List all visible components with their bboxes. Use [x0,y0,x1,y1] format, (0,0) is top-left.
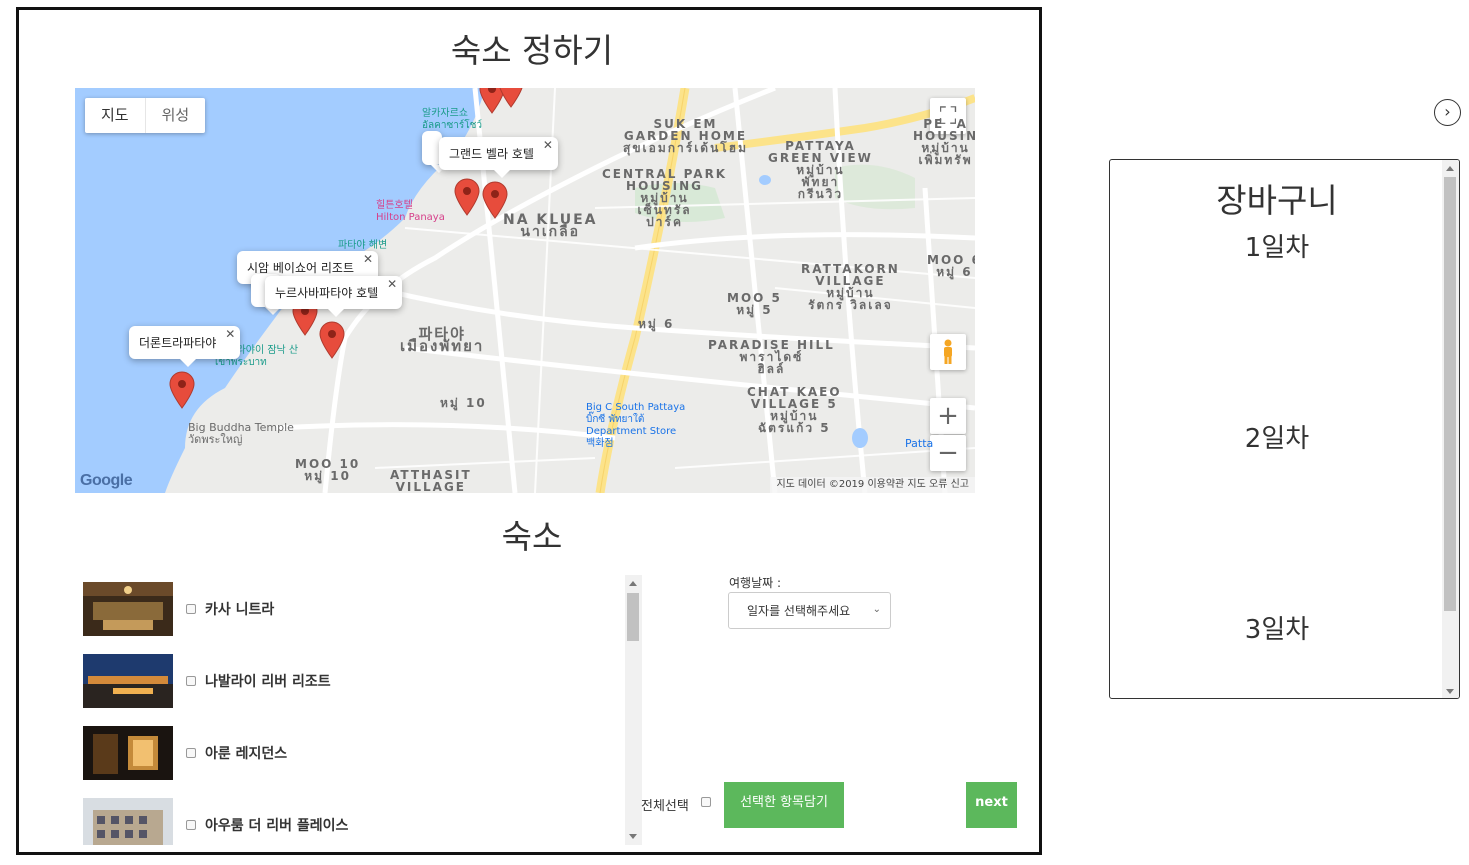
pegman-icon [944,339,952,364]
chevron-right-circle-icon[interactable]: › [1434,99,1461,126]
map-label-alcazar: 알카자르쇼 อัลคาซาร์โชว์ [422,108,482,131]
scroll-down-icon[interactable] [629,834,637,839]
cart-panel: 장바구니 1일차 2일차 3일차 [1109,159,1460,699]
zoom-in-button[interactable]: + [930,398,966,434]
map-marker[interactable] [482,181,508,219]
map[interactable]: 지도 위성 ⛶ + − SUK EM GARDEN HOME สุขเอมการ… [75,88,975,493]
main-panel: 숙소 정하기 지도 위성 ⛶ + − SUK EM GARDEN HOME สุ… [16,7,1042,855]
info-window-title: 그랜드 벨라 호텔 [449,147,534,161]
map-label-na-kluea: NA KLUEA นาเกลือ [503,212,598,240]
cart-day-2: 2일차 [1244,424,1310,454]
hotel-thumbnail [83,654,173,708]
map-marker[interactable] [169,371,195,409]
close-icon[interactable]: ✕ [387,277,397,291]
hotel-name: 카사 니트라 [205,602,275,618]
add-selected-button[interactable]: 선택한 항목담기 [724,782,844,828]
map-info-window[interactable]: 그랜드 벨라 호텔 ✕ [439,137,558,178]
travel-date-label: 여행날짜 : [729,576,782,590]
map-type-satellite-button[interactable]: 위성 [144,98,206,133]
map-label-chat-kaeo: CHAT KAEO VILLAGE 5 หมู่บ้าน ฉัตรแก้ว 5 [747,385,842,435]
chevron-down-icon: ⌄ [872,604,881,615]
map-label-pe-housing: PE A HOUSIN หมู่บ้าน เพิ่มทรัพ [913,117,975,167]
map-marker[interactable] [498,88,524,108]
cart-scrollbar[interactable] [1442,160,1459,698]
hotel-name: 나발라이 리버 리조트 [205,674,331,690]
map-label-pattaya: 파타야 เมืองพัทยา [400,325,485,355]
map-marker[interactable] [319,321,345,359]
map-footer[interactable]: 지도 데이터 ©2019 이용약관 지도 오류 신고 [770,477,975,493]
google-logo: Google [80,472,133,489]
zoom-out-button[interactable]: − [930,435,966,471]
hotel-list: 카사 니트라 나발라이 리버 리조트 아룬 레지던스 아우룸 더 리버 플레이스 [83,575,643,845]
map-label-moo-10: หมู่ 10 [440,396,487,410]
close-icon[interactable]: ✕ [225,327,235,341]
hotel-thumbnail [83,582,173,636]
street-view-pegman-icon[interactable] [930,334,966,370]
hotel-checkbox[interactable] [186,604,196,614]
select-all-checkbox[interactable] [701,797,711,807]
map-type-toggle[interactable]: 지도 위성 [85,98,206,133]
map-label-moo-10b: MOO 10 หมู่ 10 [295,457,361,483]
map-label-big-buddha: Big Buddha Temple วัดพระใหญ่ [188,421,294,446]
hotel-name: 아우룸 더 리버 플레이스 [205,818,349,834]
scroll-up-icon[interactable] [1446,166,1454,171]
scroll-up-icon[interactable] [629,581,637,586]
next-button[interactable]: next [966,782,1017,828]
list-item[interactable]: 아룬 레지던스 [83,726,287,780]
travel-date-value: 일자를 선택해주세요 [747,604,851,618]
map-label-atthasit: ATTHASIT VILLAGE [390,468,472,493]
map-label-moo-5: MOO 5 หมู่ 5 [727,291,782,317]
list-item[interactable]: 아우룸 더 리버 플레이스 [83,798,348,845]
scrollbar-thumb[interactable] [1444,177,1456,611]
cart-title: 장바구니 [1216,181,1338,220]
hotel-checkbox[interactable] [186,676,196,686]
select-all-label: 전체선택 [641,799,689,814]
hotel-checkbox[interactable] [186,820,196,830]
map-marker[interactable] [454,178,480,216]
info-window-title: 더론트라파타야 [139,336,217,350]
map-label-rattakorn: RATTAKORN VILLAGE หมู่บ้าน รัตกร วิลเลจ [801,262,900,312]
list-item[interactable]: 나발라이 리버 리조트 [83,654,331,708]
map-type-map-button[interactable]: 지도 [85,98,145,133]
info-window-title: 누르사바파타야 호텔 [275,286,379,300]
map-label-pattaya-green-view: PATTAYA GREEN VIEW หมู่บ้าน พัทยา กรีนวิ… [768,139,873,201]
map-label-suk-em: SUK EM GARDEN HOME สุขเอมการ์เด้นโฮม [623,117,748,155]
info-window-title: 시암 베이쇼어 리조트 [247,261,354,275]
map-label-paradise-hill: PARADISE HILL พาราไดซ์ ฮิลล์ [708,338,835,376]
map-label-hilton: 힐튼호텔 Hilton Panaya [376,200,445,223]
close-icon[interactable]: ✕ [363,252,373,266]
hotel-name: 아룬 레지던스 [205,746,288,762]
cart-day-3: 3일차 [1244,615,1310,645]
travel-date-select[interactable]: 일자를 선택해주세요 ⌄ [728,592,891,629]
map-label-big-c: Big C South Pattaya บิ๊กซี พัทยาใต้ Depa… [586,402,686,449]
map-label-moo-6b: MOO 6 หมู่ 6 [927,253,975,279]
list-item[interactable]: 카사 니트라 [83,582,274,636]
hotel-thumbnail [83,798,173,845]
scrollbar-thumb[interactable] [627,593,639,641]
hotel-checkbox[interactable] [186,748,196,758]
scroll-down-icon[interactable] [1446,689,1454,694]
section-title: 숙소 [501,517,563,556]
map-label-moo-6: หมู่ 6 [638,317,675,331]
map-info-window[interactable]: 더론트라파타야 ✕ [129,326,241,367]
map-label-central-park: CENTRAL PARK HOUSING หมู่บ้าน เซ็นทรัล ป… [602,167,728,229]
hotel-list-scrollbar[interactable] [625,575,642,845]
map-label-patta: Patta [905,437,934,450]
page-title: 숙소 정하기 [450,31,614,70]
hotel-thumbnail [83,726,173,780]
cart-day-1: 1일차 [1244,233,1310,263]
map-info-window[interactable]: 누르사바파타야 호텔 ✕ [265,276,403,317]
close-icon[interactable]: ✕ [543,138,553,152]
